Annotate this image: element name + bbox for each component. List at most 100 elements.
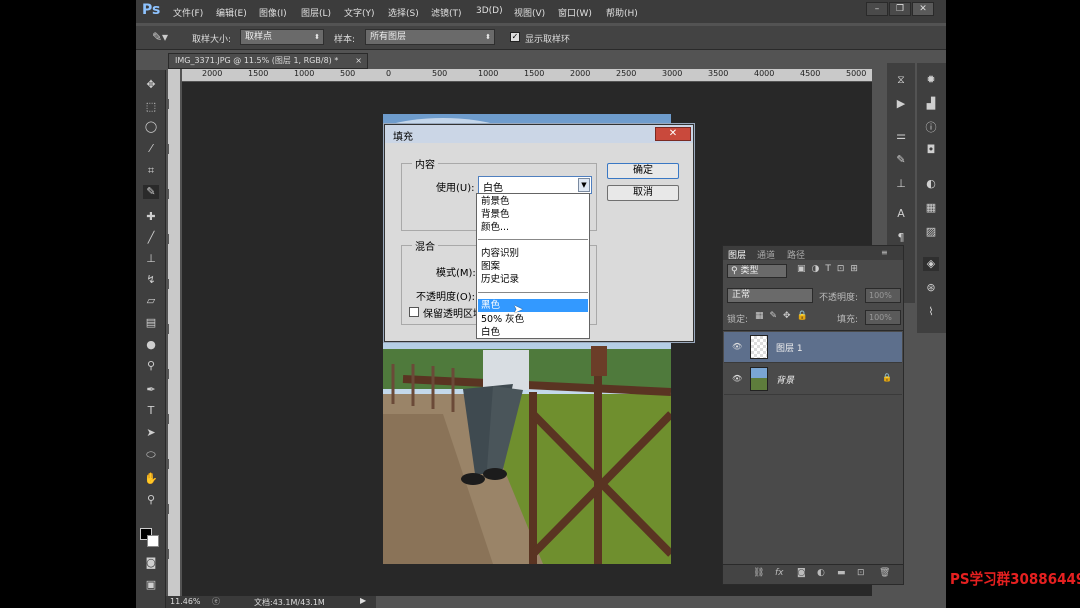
screen-mode-icon[interactable]: ▣ (143, 578, 159, 592)
paths-panel-icon[interactable]: ⌇ (923, 305, 939, 319)
lasso-tool-icon[interactable]: ◯ (143, 120, 159, 134)
gradient-tool-icon[interactable]: ▤ (143, 316, 159, 330)
menu-window[interactable]: 窗口(W) (558, 6, 592, 19)
chevron-down-icon[interactable]: ▼ (578, 178, 590, 192)
trash-icon[interactable]: 🗑 (879, 568, 890, 578)
tab-channels[interactable]: 通道 (757, 248, 775, 261)
marquee-tool-icon[interactable]: ⬚ (143, 100, 159, 114)
eraser-tool-icon[interactable]: ▱ (143, 294, 159, 308)
menu-layer[interactable]: 图层(L) (301, 6, 331, 19)
cancel-button[interactable]: 取消 (607, 185, 679, 201)
option-white[interactable]: 白色 (478, 326, 588, 339)
panel-menu-icon[interactable]: ≡ (881, 248, 888, 257)
tab-layers[interactable]: 图层 (728, 248, 746, 261)
blend-mode-select[interactable]: 正常 (727, 288, 813, 303)
menu-image[interactable]: 图像(I) (259, 6, 287, 19)
dodge-tool-icon[interactable]: ⚲ (143, 359, 159, 373)
layer-filter-select[interactable]: ⚲ 类型 (727, 264, 787, 278)
histogram-icon[interactable]: ▟ (923, 97, 939, 111)
navigator-icon[interactable]: ◘ (923, 143, 939, 157)
zoom-level[interactable]: 11.46% (170, 597, 201, 606)
layer-name[interactable]: 背景 (776, 373, 794, 386)
spot-heal-tool-icon[interactable]: ✚ (143, 210, 159, 224)
path-select-tool-icon[interactable]: ➤ (143, 426, 159, 440)
option-black[interactable]: 黑色 (478, 299, 588, 312)
layer-opacity-field[interactable]: 100% (865, 288, 901, 303)
filter-icons[interactable]: ▣◑T⊡⊞ (797, 264, 897, 278)
brush-presets-icon[interactable]: ⚌ (893, 129, 909, 143)
pen-tool-icon[interactable]: ✒ (143, 383, 159, 397)
close-window-button[interactable]: ✕ (912, 2, 934, 16)
option-color[interactable]: 颜色... (478, 221, 588, 234)
sample-select[interactable]: 所有图层 ⬍ (365, 29, 495, 45)
tab-paths[interactable]: 路径 (787, 248, 805, 261)
adjustment-layer-icon[interactable]: ◐ (817, 568, 825, 578)
info-icon[interactable]: ⓔ (212, 596, 220, 607)
option-pattern[interactable]: 图案 (478, 260, 588, 273)
background-color-swatch[interactable] (147, 535, 159, 547)
color-panel-icon[interactable]: ✹ (923, 73, 939, 87)
menu-3d[interactable]: 3D(D) (476, 6, 503, 16)
option-foreground[interactable]: 前景色 (478, 195, 588, 208)
minimize-button[interactable]: – (866, 2, 888, 16)
menu-type[interactable]: 文字(Y) (344, 6, 375, 19)
history-brush-tool-icon[interactable]: ↯ (143, 273, 159, 287)
history-panel-icon[interactable]: ⧖ (893, 73, 909, 87)
shape-tool-icon[interactable]: ⬭ (143, 448, 159, 462)
option-content-aware[interactable]: 内容识别 (478, 247, 588, 260)
fx-icon[interactable]: fx (775, 568, 784, 578)
option-50-gray[interactable]: 50% 灰色 (478, 313, 588, 326)
add-mask-icon[interactable]: ◙ (797, 568, 806, 578)
restore-button[interactable]: ❐ (889, 2, 911, 16)
menu-view[interactable]: 视图(V) (514, 6, 545, 19)
option-history[interactable]: 历史记录 (478, 273, 588, 286)
close-tab-icon[interactable]: × (355, 54, 362, 68)
channels-panel-icon[interactable]: ⊛ (923, 281, 939, 295)
quick-select-tool-icon[interactable]: ⁄ (143, 142, 159, 156)
layers-panel-icon[interactable]: ◈ (923, 257, 939, 271)
brush-panel-icon[interactable]: ✎ (893, 153, 909, 167)
actions-panel-icon[interactable]: ▶ (893, 97, 909, 111)
dialog-titlebar[interactable]: 填充 (385, 125, 693, 143)
document-tab[interactable]: IMG_3371.JPG @ 11.5% (图层 1, RGB/8) * × (168, 53, 368, 69)
new-layer-icon[interactable]: ⊡ (857, 568, 865, 578)
visibility-eye-icon[interactable]: 👁 (732, 374, 742, 384)
eyedropper-icon[interactable]: ✎▾ (152, 30, 168, 44)
paragraph-panel-icon[interactable]: ¶ (893, 231, 909, 245)
ok-button[interactable]: 确定 (607, 163, 679, 179)
adjustments-icon[interactable]: ◐ (923, 177, 939, 191)
info-panel-icon[interactable]: ⓘ (923, 121, 939, 135)
sample-size-select[interactable]: 取样点 ⬍ (240, 29, 324, 45)
crop-tool-icon[interactable]: ⌗ (143, 164, 159, 178)
menu-filter[interactable]: 滤镜(T) (431, 6, 462, 19)
brush-tool-icon[interactable]: ╱ (143, 231, 159, 245)
swatches-icon[interactable]: ▦ (923, 201, 939, 215)
layer-row-layer1[interactable]: 👁 图层 1 (724, 332, 902, 363)
use-select[interactable]: 白色 ▼ (478, 176, 592, 194)
dialog-close-button[interactable]: ✕ (655, 127, 691, 141)
quick-mask-icon[interactable]: ◙ (143, 556, 159, 570)
fill-field[interactable]: 100% (865, 310, 901, 325)
character-panel-icon[interactable]: A (893, 207, 909, 221)
menu-help[interactable]: 帮助(H) (606, 6, 638, 19)
layer-name[interactable]: 图层 1 (776, 341, 803, 354)
hand-tool-icon[interactable]: ✋ (143, 472, 159, 486)
layer-row-background[interactable]: 👁 背景 🔒 (724, 364, 902, 395)
link-layers-icon[interactable]: ⛓ (753, 568, 764, 578)
clone-stamp-tool-icon[interactable]: ⊥ (143, 252, 159, 266)
new-group-icon[interactable]: ▬ (837, 568, 846, 578)
move-tool-icon[interactable]: ✥ (143, 78, 159, 92)
show-ring-checkbox[interactable]: ✓ (510, 32, 520, 42)
menu-edit[interactable]: 编辑(E) (216, 6, 247, 19)
menu-file[interactable]: 文件(F) (173, 6, 203, 19)
zoom-tool-icon[interactable]: ⚲ (143, 493, 159, 507)
visibility-eye-icon[interactable]: 👁 (732, 342, 742, 352)
blur-tool-icon[interactable]: ● (143, 338, 159, 352)
type-tool-icon[interactable]: T (143, 404, 159, 418)
preserve-transparency-checkbox[interactable] (409, 307, 419, 317)
option-background[interactable]: 背景色 (478, 208, 588, 221)
clone-source-icon[interactable]: ⊥ (893, 177, 909, 191)
eyedropper-tool-icon[interactable]: ✎ (143, 185, 159, 199)
lock-icons[interactable]: ▦✎✥🔒 (755, 311, 814, 321)
menu-select[interactable]: 选择(S) (388, 6, 419, 19)
